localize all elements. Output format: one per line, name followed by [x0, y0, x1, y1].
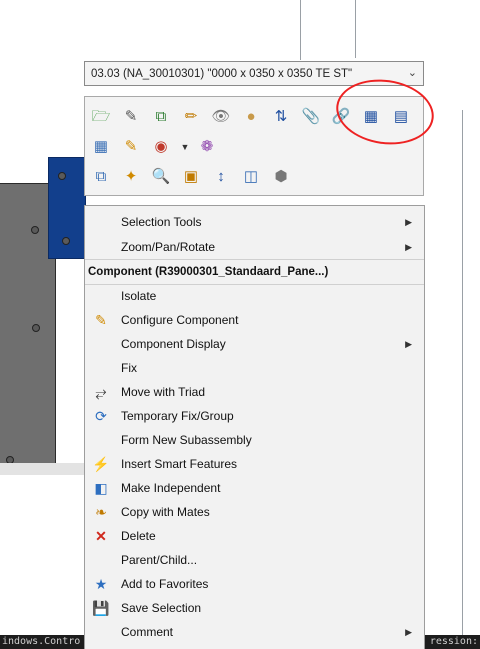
color-wheel-icon[interactable]: ❁ — [197, 137, 217, 157]
menu-item-save-selection[interactable]: 💾 Save Selection — [85, 596, 424, 620]
edit-appearance-icon[interactable]: ✎ — [121, 107, 141, 127]
menu-item-copy-with-mates[interactable]: ❧ Copy with Mates — [85, 500, 424, 524]
sketch-line — [300, 0, 301, 60]
menu-item-label: Add to Favorites — [121, 577, 209, 591]
component-display-icon[interactable]: ▦ — [91, 137, 111, 157]
menu-section-header: Component (R39000301_Standaard_Pane...) — [85, 259, 424, 285]
menu-item-label: Insert Smart Features — [121, 457, 238, 471]
submenu-arrow-icon: ▶ — [405, 339, 412, 349]
menu-item-label: Component Display — [121, 337, 226, 351]
hide-icon[interactable]: 👁 — [211, 107, 231, 127]
menu-item-move-with-triad[interactable]: ⥂ Move with Triad — [85, 380, 424, 404]
menu-item-add-to-favorites[interactable]: ★ Add to Favorites — [85, 572, 424, 596]
menu-item-label: Delete — [121, 529, 156, 543]
menu-item-label: Zoom/Pan/Rotate — [121, 240, 216, 254]
hole — [62, 237, 70, 245]
link-icon[interactable]: 🔗 — [331, 107, 351, 127]
menu-item-label: Temporary Fix/Group — [121, 409, 234, 423]
menu-item-label: Parent/Child... — [121, 553, 198, 567]
open-part-icon[interactable]: 🗁 — [91, 107, 111, 127]
menu-item-temporary-fix-group[interactable]: ⟳ Temporary Fix/Group — [85, 404, 424, 428]
context-toolbar: 🗁 ✎ ⧉ ✏ 👁 ● ⇅ 📎 🔗 ▦ ▤ ▦ ✎ ◉ ▼ ❁ ⧉ ✦ 🔍 ▣ … — [84, 96, 424, 196]
configuration-value: 03.03 (NA_30010301) "0000 x 0350 x 0350 … — [91, 67, 353, 80]
menu-item-form-new-subassembly[interactable]: Form New Subassembly — [85, 428, 424, 452]
menu-item-comment[interactable]: Comment ▶ — [85, 620, 424, 644]
view-icon[interactable]: ▣ — [181, 167, 201, 187]
smart-select-icon[interactable]: ✦ — [121, 167, 141, 187]
hole — [58, 172, 66, 180]
sketch-line — [355, 0, 356, 58]
menu-item-delete[interactable]: ✕ Delete — [85, 524, 424, 548]
menu-item-label: Fix — [121, 361, 137, 375]
triad-icon: ⥂ — [95, 384, 107, 400]
menu-item-label: Make Independent — [121, 481, 221, 495]
menu-item-component-display[interactable]: Component Display ▶ — [85, 332, 424, 356]
copy-with-mates-icon: ❧ — [95, 504, 107, 520]
zoom-to-selection-icon[interactable]: 🔍 — [151, 167, 171, 187]
properties-icon[interactable]: ▦ — [361, 107, 381, 127]
sketch-line — [462, 110, 463, 640]
make-independent-icon: ◧ — [94, 480, 108, 496]
menu-item-label: Configure Component — [121, 313, 239, 327]
isolate-icon[interactable]: ● — [241, 107, 261, 127]
temporary-fix-icon: ⟳ — [95, 408, 107, 424]
menu-item-parent-child[interactable]: Parent/Child... — [85, 548, 424, 572]
move-triad-icon[interactable]: ↕ — [211, 167, 231, 187]
menu-item-fix[interactable]: Fix — [85, 356, 424, 380]
favorites-star-icon: ★ — [94, 576, 108, 592]
menu-item-insert-smart-features[interactable]: ⚡ Insert Smart Features — [85, 452, 424, 476]
menu-header-label: Component (R39000301_Standaard_Pane...) — [88, 266, 329, 278]
submenu-arrow-icon: ▶ — [405, 627, 412, 637]
status-left-text: indows.Contro — [2, 636, 81, 647]
replace-icon[interactable]: ⧉ — [151, 107, 171, 127]
menu-item-label: Move with Triad — [121, 385, 206, 399]
menu-item-label: Selection Tools — [121, 215, 202, 229]
menu-item-configure-component[interactable]: ✎ Configure Component — [85, 308, 424, 332]
section-view-icon[interactable]: ◫ — [241, 167, 261, 187]
edit-properties-icon[interactable]: ▤ — [391, 107, 411, 127]
submenu-arrow-icon: ▶ — [405, 242, 412, 252]
appearance-dropdown-icon[interactable]: ▼ — [175, 137, 195, 157]
save-selection-icon: 💾 — [92, 600, 110, 616]
menu-item-selection-tools[interactable]: Selection Tools ▶ — [85, 210, 424, 234]
mate-icon[interactable]: ⇅ — [271, 107, 291, 127]
hole — [32, 324, 40, 332]
delete-x-icon: ✕ — [95, 528, 107, 544]
menu-item-label: Isolate — [121, 289, 157, 303]
box-select-icon[interactable]: ⬢ — [271, 167, 291, 187]
hole — [31, 226, 39, 234]
menu-item-make-independent[interactable]: ◧ Make Independent — [85, 476, 424, 500]
attach-icon[interactable]: 📎 — [301, 107, 321, 127]
configure-icon[interactable]: ✎ — [121, 137, 141, 157]
select-component-icon[interactable]: ⧉ — [91, 167, 111, 187]
menu-item-label: Save Selection — [121, 601, 202, 615]
menu-item-label: Copy with Mates — [121, 505, 210, 519]
appearance-icon[interactable]: ◉ — [151, 137, 171, 157]
menu-item-zoom-pan-rotate[interactable]: Zoom/Pan/Rotate ▶ — [85, 235, 424, 259]
context-menu: Selection Tools ▶ Zoom/Pan/Rotate ▶ Comp… — [84, 205, 425, 649]
status-right-text: ression: — [429, 636, 478, 647]
menu-item-label: Form New Subassembly — [121, 433, 252, 447]
configuration-dropdown[interactable]: 03.03 (NA_30010301) "0000 x 0350 x 0350 … — [84, 61, 424, 86]
submenu-arrow-icon: ▶ — [405, 217, 412, 227]
smart-features-icon: ⚡ — [92, 456, 110, 472]
configure-pencil-icon: ✎ — [95, 312, 107, 328]
menu-item-isolate[interactable]: Isolate — [85, 284, 424, 308]
menu-item-label: Comment — [121, 625, 174, 639]
edit-component-icon[interactable]: ✏ — [181, 107, 201, 127]
chevron-down-icon[interactable]: ⌄ — [408, 66, 417, 79]
